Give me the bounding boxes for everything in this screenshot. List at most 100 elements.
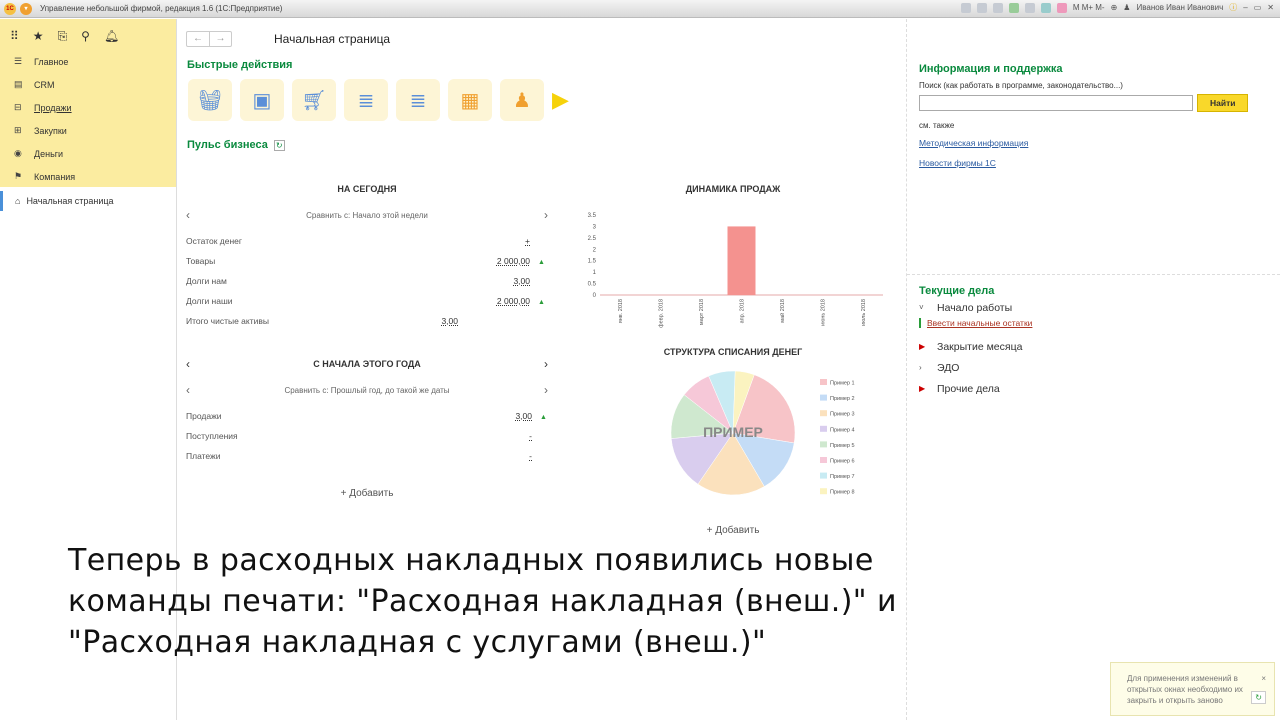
sidebar-item-crm[interactable]: ▤ CRM: [0, 73, 176, 96]
save-icon[interactable]: [960, 2, 971, 13]
trend-up-icon: ▲: [538, 259, 545, 266]
pulse-row: Продажи 3,00 ▲: [186, 406, 548, 426]
next-icon[interactable]: ›: [544, 383, 548, 397]
help-search-input[interactable]: [919, 95, 1193, 111]
row-value[interactable]: 3,00: [515, 411, 532, 421]
row-value[interactable]: 3,00: [513, 276, 530, 286]
restore-icon[interactable]: ▭: [1254, 3, 1262, 12]
money-in-icon[interactable]: ≣: [344, 79, 388, 121]
compare-selector[interactable]: Сравнить с: Начало этой недели: [306, 211, 428, 222]
basket-icon: ⊟: [14, 102, 22, 112]
y-tick-label: 3: [593, 224, 597, 230]
link-icon[interactable]: [1008, 2, 1019, 13]
bell-icon[interactable]: 🔔︎: [104, 29, 119, 44]
sidebar-item-label: Деньги: [34, 148, 64, 159]
legend-label: Пример 2: [830, 396, 855, 402]
legend-swatch: [820, 425, 827, 432]
info-title: Информация и поддержка: [919, 63, 1063, 75]
pulse-row: Товары 2 000,00 ▲: [186, 251, 546, 271]
add-widget-button[interactable]: + Добавить: [186, 488, 548, 499]
sidebar-item-label: CRM: [34, 79, 55, 90]
open-window-home[interactable]: ⌂ Начальная страница: [0, 191, 176, 211]
next-icon[interactable]: ›: [544, 208, 548, 222]
sales-chart-title: ДИНАМИКА ПРОДАЖ: [685, 184, 781, 194]
legend-swatch: [820, 457, 827, 463]
apps-grid-icon[interactable]: ⠿: [10, 29, 19, 44]
sidebar-item-sales[interactable]: ⊟ Продажи: [0, 96, 176, 119]
sidebar-item-company[interactable]: ⚑ Компания: [0, 165, 176, 188]
compare-selector[interactable]: Сравнить с: Прошлый год, до такой же дат…: [284, 386, 449, 397]
toast-close-button[interactable]: ×: [1261, 673, 1266, 684]
main-menu-icon[interactable]: ▾: [20, 2, 32, 15]
calendar-icon[interactable]: [1056, 2, 1067, 13]
next-year-icon[interactable]: ›: [544, 357, 548, 371]
subtitle-line: команды печати: "Расходная накладная (вн…: [68, 584, 897, 619]
pulse-title: Пульс бизнеса: [187, 139, 268, 151]
calculator-icon[interactable]: [1040, 2, 1051, 13]
money-icon: ◉: [14, 148, 22, 158]
task-group-month-close[interactable]: ▶ Закрытие месяца: [919, 336, 1268, 357]
prev-year-icon[interactable]: ‹: [186, 357, 190, 371]
print-icon[interactable]: [976, 2, 987, 13]
quick-actions-title: Быстрые действия: [187, 59, 293, 71]
row-value[interactable]: +: [525, 236, 530, 246]
x-tick-label: март 2018: [699, 299, 705, 325]
legend-label: Пример 5: [830, 443, 855, 449]
pulse-row: Итого чистые активы 3,00: [186, 311, 546, 331]
subtitle-line: Теперь в расходных накладных появились н…: [68, 543, 874, 578]
row-value[interactable]: 2 000,00: [497, 256, 530, 266]
sidebar-item-purchases[interactable]: ⊞ Закупки: [0, 119, 176, 142]
prev-icon[interactable]: ‹: [186, 383, 190, 397]
find-button[interactable]: Найти: [1197, 94, 1249, 112]
sidebar-item-main[interactable]: ☰ Главное: [0, 50, 176, 73]
task-group-start[interactable]: ˅ Начало работы: [919, 297, 1268, 318]
user-name[interactable]: Иванов Иван Иванович: [1136, 3, 1223, 12]
row-value[interactable]: 2 000,00: [497, 296, 530, 306]
new-invoice-icon[interactable]: ▣: [240, 79, 284, 121]
task-label: ЭДО: [937, 361, 960, 374]
new-sale-basket-icon[interactable]: 🧺︎: [188, 79, 232, 121]
shopper-icon[interactable]: ♟: [500, 79, 544, 121]
legend-swatch: [820, 379, 827, 385]
row-value[interactable]: -: [529, 451, 532, 461]
close-icon[interactable]: ✕: [1267, 3, 1274, 12]
row-label: Остаток денег: [186, 236, 243, 246]
row-value[interactable]: -: [529, 431, 532, 441]
y-tick-label: 3.5: [588, 213, 597, 219]
methodical-info-link[interactable]: Методическая информация: [919, 138, 1268, 148]
task-label: Прочие дела: [937, 382, 1000, 395]
row-value[interactable]: 3,00: [441, 316, 458, 326]
notification-toast: Для применения изменений в открытых окна…: [1110, 662, 1275, 716]
box-icon[interactable]: ▦: [448, 79, 492, 121]
forward-button[interactable]: →: [209, 32, 231, 46]
favorites-icon[interactable]: ★: [33, 29, 44, 44]
search-icon[interactable]: ⚲: [81, 29, 90, 44]
history-icon[interactable]: ⎘: [58, 29, 68, 44]
news-1c-link[interactable]: Новости фирмы 1С: [919, 158, 1268, 168]
preview-icon[interactable]: [992, 2, 1003, 13]
money-out-icon[interactable]: ≣: [396, 79, 440, 121]
crm-icon: ▤: [14, 79, 23, 89]
memory-m-icon[interactable]: M M+ M-: [1073, 3, 1105, 12]
scroll-right-icon[interactable]: ▶: [552, 79, 569, 121]
x-tick-label: июль 2018: [861, 299, 867, 326]
window-title: Управление небольшой фирмой, редакция 1.…: [40, 4, 283, 13]
enter-opening-balances-link[interactable]: Ввести начальные остатки: [927, 318, 1268, 328]
refresh-icon[interactable]: ↻: [273, 139, 285, 151]
add-widget-button-2[interactable]: + Добавить: [578, 525, 888, 536]
y-tick-label: 2: [593, 247, 597, 253]
sidebar-item-label: Закупки: [34, 125, 67, 136]
copy-link-icon[interactable]: [1024, 2, 1035, 13]
prev-icon[interactable]: ‹: [186, 208, 190, 222]
minimize-icon[interactable]: –: [1243, 3, 1247, 12]
new-purchase-cart-icon[interactable]: 🛒︎: [292, 79, 336, 121]
zoom-icon[interactable]: ⊕: [1111, 3, 1118, 12]
pulse-row: Долги нам 3,00: [186, 271, 546, 291]
info-icon[interactable]: ⓘ: [1229, 2, 1237, 13]
x-tick-label: июнь 2018: [820, 299, 826, 326]
task-group-edo[interactable]: › ЭДО: [919, 357, 1268, 378]
sidebar-item-money[interactable]: ◉ Деньги: [0, 142, 176, 165]
back-button[interactable]: ←: [187, 32, 209, 46]
toast-refresh-icon[interactable]: ↻: [1251, 691, 1266, 704]
task-group-other[interactable]: ▶ Прочие дела: [919, 378, 1268, 399]
